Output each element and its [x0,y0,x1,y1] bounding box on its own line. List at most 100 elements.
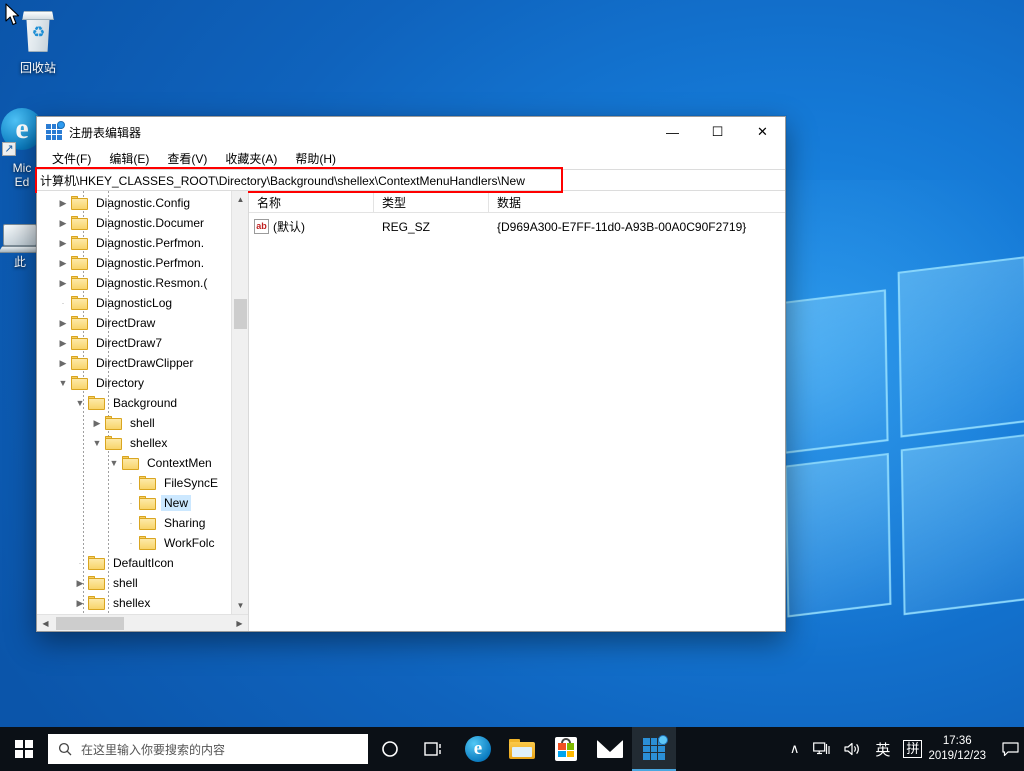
scroll-down-icon[interactable]: ▼ [232,597,248,614]
value-list-pane[interactable]: 名称 类型 数据 ab (默认) REG_SZ {D969A300-E7FF-1… [249,191,785,631]
chevron-right-icon[interactable]: ▶ [89,413,105,433]
key-tree-rows[interactable]: ▶Diagnostic.Config▶Diagnostic.Documer▶Di… [37,191,231,614]
chevron-right-icon[interactable]: ▶ [72,573,88,593]
scroll-up-icon[interactable]: ▲ [232,191,248,208]
show-hidden-icons-button[interactable]: ∧ [783,727,807,771]
tree-connector: · [55,293,71,313]
tree-item-sharing[interactable]: ·Sharing [37,513,231,533]
tree-item-diagnostic-perfmon-[interactable]: ▶Diagnostic.Perfmon. [37,233,231,253]
network-icon[interactable] [806,727,837,771]
tree-hscroll-thumb[interactable] [56,617,124,630]
scroll-left-icon[interactable]: ◀ [37,615,54,632]
chevron-down-icon[interactable]: ▼ [55,373,71,393]
tree-item-shellex[interactable]: ▼shellex [37,433,231,453]
menu-favorites[interactable]: 收藏夹(A) [216,148,286,169]
mail-button[interactable] [588,727,632,771]
chevron-right-icon[interactable]: ▶ [55,273,71,293]
task-view-button[interactable] [412,727,456,771]
folder-icon [139,476,156,490]
edge-taskbar-button[interactable]: e [456,727,500,771]
tree-item-workfolc[interactable]: ·WorkFolc [37,533,231,553]
tree-item-directdraw[interactable]: ▶ DirectDraw [37,313,231,333]
column-header-type[interactable]: 类型 [374,191,489,212]
taskbar-clock[interactable]: 17:36 2019/12/23 [922,734,996,764]
taskbar[interactable]: 在这里输入你要搜索的内容 e [0,727,1024,771]
tree-item-defaulticon[interactable]: ·DefaultIcon [37,553,231,573]
tree-item-diagnostic-documer[interactable]: ▶Diagnostic.Documer [37,213,231,233]
column-header-name[interactable]: 名称 [249,191,374,212]
maximize-button[interactable]: ☐ [695,117,740,147]
tree-item-diagnostic-config[interactable]: ▶Diagnostic.Config [37,193,231,213]
tree-connector: · [123,473,139,493]
network-glyph [813,742,830,756]
ime-language-indicator[interactable]: 英 [868,727,897,771]
chevron-right-icon[interactable]: ▶ [55,253,71,273]
menu-edit[interactable]: 编辑(E) [100,148,158,169]
chevron-right-icon[interactable]: ▶ [72,593,88,613]
start-button[interactable] [0,727,48,771]
tree-item-label: Diagnostic.Resmon.( [93,275,210,291]
menu-file[interactable]: 文件(F) [43,148,100,169]
tree-item-new[interactable]: ·New [37,493,231,513]
scroll-right-icon[interactable]: ▶ [231,615,248,632]
address-bar-container: 计算机\HKEY_CLASSES_ROOT\Directory\Backgrou… [37,169,785,191]
folder-icon [71,236,88,250]
chevron-right-icon[interactable]: ▶ [55,233,71,253]
chevron-right-icon[interactable]: ▶ [55,193,71,213]
chevron-down-icon[interactable]: ▼ [72,393,88,413]
column-header-data[interactable]: 数据 [489,191,785,212]
window-titlebar[interactable]: 注册表编辑器 — ☐ ✕ [37,117,785,147]
tree-item-filesynce[interactable]: ·FileSyncE [37,473,231,493]
window-title: 注册表编辑器 [69,124,141,141]
search-placeholder: 在这里输入你要搜索的内容 [81,741,225,758]
menu-help[interactable]: 帮助(H) [286,148,345,169]
search-input[interactable]: 在这里输入你要搜索的内容 [48,734,368,764]
tree-item-label: shell [127,415,158,431]
value-list-row[interactable]: ab (默认) REG_SZ {D969A300-E7FF-11d0-A93B-… [249,217,785,236]
chevron-right-icon[interactable]: ▶ [55,353,71,373]
tree-item-label: Sharing [161,515,208,531]
value-name-cell: ab (默认) [249,218,374,235]
tree-item-contextmen[interactable]: ▼ContextMen [37,453,231,473]
minimize-button[interactable]: — [650,117,695,147]
tree-item-directdraw7[interactable]: ▶DirectDraw7 [37,333,231,353]
desktop[interactable]: ♻ 回收站 e ↗ Mic Ed 此 注册表编辑器 — [0,0,1024,771]
ime-pinyin-indicator[interactable]: 拼 [903,740,922,758]
tree-vertical-scrollbar[interactable]: ▲ ▼ [231,191,248,614]
chevron-right-icon[interactable]: ▶ [55,213,71,233]
desktop-icon-this-pc[interactable]: 此 [0,218,40,269]
cortana-button[interactable] [368,727,412,771]
folder-icon [71,316,88,330]
tree-item-background[interactable]: ▼Background [37,393,231,413]
tree-item-diagnostic-perfmon-[interactable]: ▶Diagnostic.Perfmon. [37,253,231,273]
tree-horizontal-scrollbar[interactable]: ◀ ▶ [37,614,248,631]
store-button[interactable] [544,727,588,771]
chevron-right-icon[interactable]: ▶ [55,313,71,333]
value-type-cell: REG_SZ [374,220,489,234]
chevron-down-icon[interactable]: ▼ [106,453,122,473]
regedit-taskbar-button[interactable] [632,727,676,771]
tree-vscroll-thumb[interactable] [234,299,247,329]
tree-item-shellex[interactable]: ▶shellex [37,593,231,613]
tree-item-label: DirectDraw [93,315,158,331]
tree-item-shell[interactable]: ▶shell [37,573,231,593]
chevron-down-icon[interactable]: ▼ [89,433,105,453]
registry-editor-window[interactable]: 注册表编辑器 — ☐ ✕ 文件(F) 编辑(E) 查看(V) 收藏夹(A) 帮助… [36,116,786,632]
chevron-right-icon[interactable]: ▶ [55,333,71,353]
notification-center-button[interactable] [996,727,1024,771]
registry-path-input[interactable]: 计算机\HKEY_CLASSES_ROOT\Directory\Backgrou… [37,169,785,191]
tree-item-diagnosticlog[interactable]: ·DiagnosticLog [37,293,231,313]
menu-view[interactable]: 查看(V) [158,148,216,169]
tree-item-directory[interactable]: ▼ Directory [37,373,231,393]
folder-icon [139,536,156,550]
key-tree-pane[interactable]: ▶Diagnostic.Config▶Diagnostic.Documer▶Di… [37,191,249,631]
tree-item-diagnostic-resmon-[interactable]: ▶ Diagnostic.Resmon.( [37,273,231,293]
file-explorer-button[interactable] [500,727,544,771]
key-tree-view[interactable]: ▶Diagnostic.Config▶Diagnostic.Documer▶Di… [37,191,248,614]
tree-item-directdrawclipper[interactable]: ▶DirectDrawClipper [37,353,231,373]
tree-item-label: Directory [93,375,147,391]
volume-icon[interactable] [837,727,868,771]
store-icon [555,737,577,761]
close-button[interactable]: ✕ [740,117,785,147]
tree-item-shell[interactable]: ▶ shell [37,413,231,433]
